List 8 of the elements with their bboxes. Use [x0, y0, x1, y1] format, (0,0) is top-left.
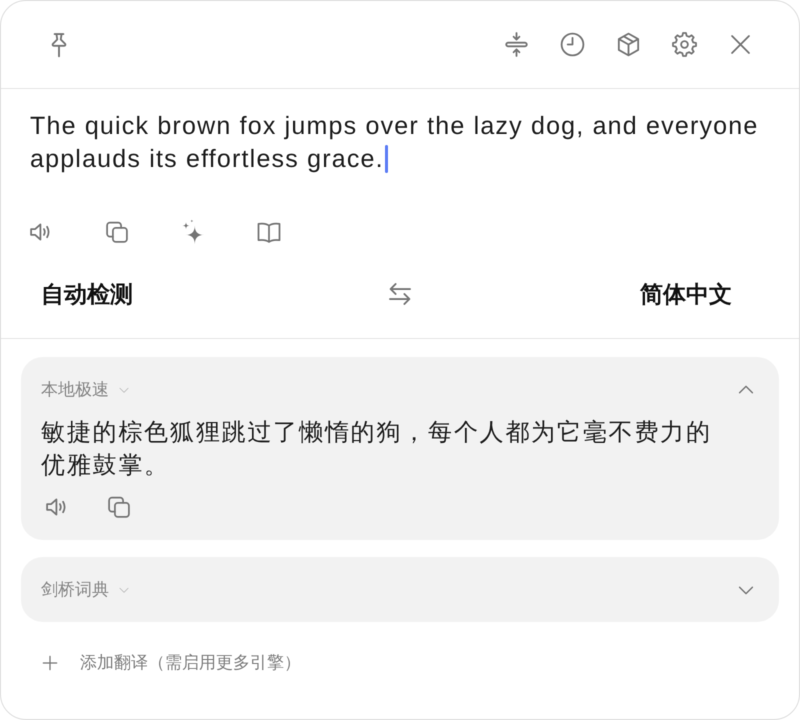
target-language-selector[interactable]: 简体中文: [640, 278, 732, 310]
source-text-field[interactable]: The quick brown fox jumps over the lazy dog, and everyone applauds its effortless grace.: [1, 89, 799, 176]
source-language-selector[interactable]: 自动检测: [41, 278, 133, 310]
translation-text: 敏捷的棕色狐狸跳过了懒惰的狗，每个人都为它毫不费力的优雅鼓掌。: [41, 418, 713, 481]
clock-icon[interactable]: [558, 30, 587, 59]
add-translation-link[interactable]: 添加翻译（需启用更多引擎）: [80, 651, 301, 675]
plus-icon[interactable]: [40, 653, 60, 673]
settings-icon[interactable]: [670, 30, 699, 59]
